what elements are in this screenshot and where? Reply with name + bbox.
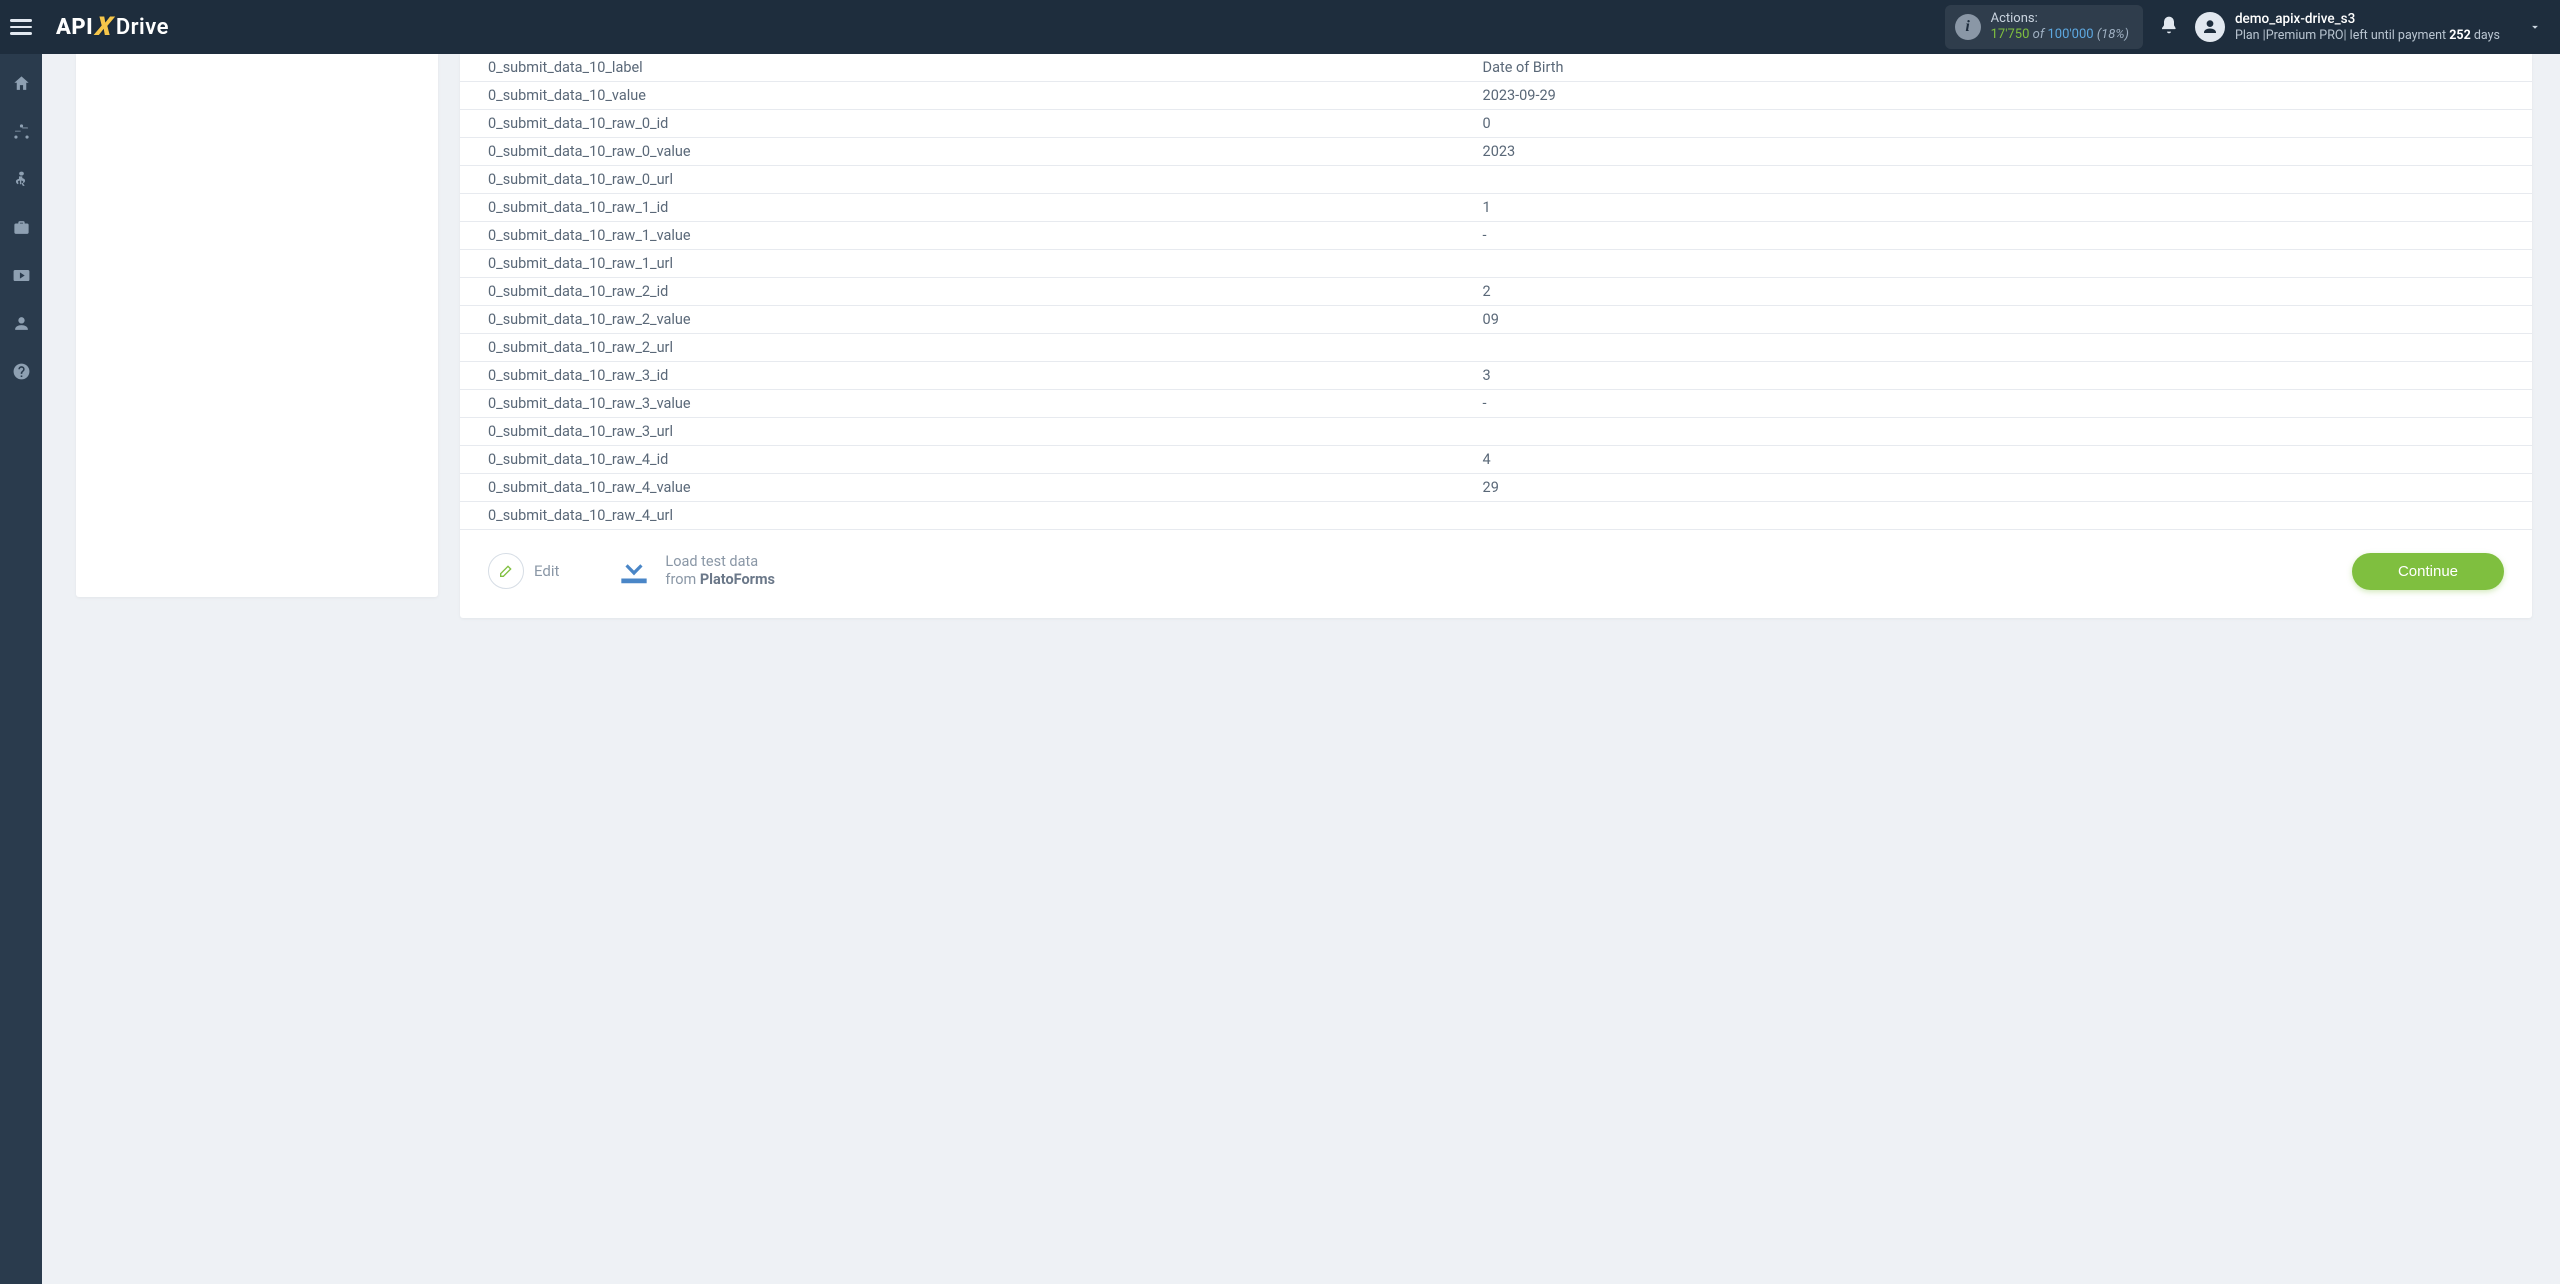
actions-total: 100'000 [2047,27,2093,42]
table-row: 0_submit_data_10_raw_0_value2023 [460,138,2532,166]
rail-billing[interactable] [0,164,42,194]
row-value: 29 [1455,474,2532,502]
row-value [1455,250,2532,278]
row-value [1455,334,2532,362]
table-row: 0_submit_data_10_raw_2_value09 [460,306,2532,334]
load-source: PlatoForms [700,571,775,588]
actions-pct: (18%) [2097,27,2129,42]
load-from: from [665,571,699,588]
logo[interactable]: APIXDrive [56,12,169,42]
row-value: Date of Birth [1455,54,2532,82]
load-line1: Load test data [665,553,775,571]
data-panel: 0_submit_data_10_labelDate of Birth0_sub… [460,54,2532,618]
row-value: 4 [1455,446,2532,474]
table-row: 0_submit_data_10_raw_2_id2 [460,278,2532,306]
row-value: - [1455,222,2532,250]
actions-label: Actions: [1991,11,2129,27]
rail-briefcase[interactable] [0,212,42,242]
table-row: 0_submit_data_10_raw_3_value- [460,390,2532,418]
notifications-icon[interactable] [2159,15,2179,39]
continue-button[interactable]: Continue [2352,553,2504,590]
plan-mid: | left until payment [2344,28,2450,43]
table-row: 0_submit_data_10_raw_0_url [460,166,2532,194]
table-row: 0_submit_data_10_raw_4_id4 [460,446,2532,474]
menu-toggle[interactable] [10,15,34,39]
table-row: 0_submit_data_10_raw_0_id0 [460,110,2532,138]
edit-label: Edit [534,562,559,580]
user-name: demo_apix-drive_s3 [2235,11,2500,27]
rail-video[interactable] [0,260,42,290]
actions-of: of [2033,27,2045,42]
row-value: 09 [1455,306,2532,334]
row-key: 0_submit_data_10_raw_2_value [460,306,1455,334]
table-row: 0_submit_data_10_labelDate of Birth [460,54,2532,82]
row-key: 0_submit_data_10_raw_4_id [460,446,1455,474]
panel-footer: Edit Load test data from PlatoForms Cont… [460,530,2532,592]
rail-account[interactable] [0,308,42,338]
table-row: 0_submit_data_10_raw_4_url [460,502,2532,530]
row-value: - [1455,390,2532,418]
plan-prefix: Plan | [2235,28,2266,43]
data-table: 0_submit_data_10_labelDate of Birth0_sub… [460,54,2532,530]
table-row: 0_submit_data_10_raw_4_value29 [460,474,2532,502]
row-key: 0_submit_data_10_label [460,54,1455,82]
row-key: 0_submit_data_10_raw_3_url [460,418,1455,446]
download-icon [615,550,653,592]
row-key: 0_submit_data_10_raw_2_url [460,334,1455,362]
row-value [1455,418,2532,446]
row-value: 2 [1455,278,2532,306]
row-key: 0_submit_data_10_raw_1_id [460,194,1455,222]
avatar-icon [2195,12,2225,42]
load-test-data-button[interactable]: Load test data from PlatoForms [615,550,775,592]
edit-button[interactable]: Edit [488,553,559,589]
row-value: 2023-09-29 [1455,82,2532,110]
row-value: 3 [1455,362,2532,390]
row-key: 0_submit_data_10_raw_0_value [460,138,1455,166]
left-panel [76,54,438,597]
chevron-down-icon [2528,20,2542,34]
table-row: 0_submit_data_10_raw_1_id1 [460,194,2532,222]
table-row: 0_submit_data_10_raw_1_value- [460,222,2532,250]
row-key: 0_submit_data_10_raw_3_id [460,362,1455,390]
row-value [1455,166,2532,194]
rail-connections[interactable] [0,116,42,146]
plan-days: 252 [2449,28,2471,43]
row-key: 0_submit_data_10_raw_0_id [460,110,1455,138]
user-menu[interactable]: demo_apix-drive_s3 Plan |Premium PRO| le… [2195,11,2542,42]
row-key: 0_submit_data_10_raw_1_value [460,222,1455,250]
row-key: 0_submit_data_10_raw_0_url [460,166,1455,194]
row-key: 0_submit_data_10_raw_1_url [460,250,1455,278]
logo-part-api: API [56,15,93,40]
row-value [1455,502,2532,530]
table-row: 0_submit_data_10_raw_1_url [460,250,2532,278]
table-row: 0_submit_data_10_value2023-09-29 [460,82,2532,110]
load-test-text: Load test data from PlatoForms [665,553,775,589]
actions-used: 17'750 [1991,27,2030,42]
row-key: 0_submit_data_10_raw_4_value [460,474,1455,502]
topbar: APIXDrive i Actions: 17'750 of 100'000 (… [0,0,2560,54]
logo-part-drive: Drive [116,15,169,40]
info-icon: i [1955,14,1981,40]
user-text: demo_apix-drive_s3 Plan |Premium PRO| le… [2235,11,2500,42]
plan-name: Premium PRO [2266,28,2344,43]
actions-pill[interactable]: i Actions: 17'750 of 100'000 (18%) [1945,5,2143,48]
table-row: 0_submit_data_10_raw_2_url [460,334,2532,362]
sidebar-rail [0,54,42,1284]
logo-part-x: X [93,12,116,42]
row-value: 1 [1455,194,2532,222]
actions-text: Actions: 17'750 of 100'000 (18%) [1991,11,2129,42]
row-key: 0_submit_data_10_raw_2_id [460,278,1455,306]
row-value: 0 [1455,110,2532,138]
rail-home[interactable] [0,68,42,98]
rail-help[interactable] [0,356,42,386]
table-row: 0_submit_data_10_raw_3_id3 [460,362,2532,390]
plan-days-suffix: days [2471,28,2500,43]
row-key: 0_submit_data_10_raw_4_url [460,502,1455,530]
pencil-icon [488,553,524,589]
row-key: 0_submit_data_10_value [460,82,1455,110]
table-row: 0_submit_data_10_raw_3_url [460,418,2532,446]
main-area: 0_submit_data_10_labelDate of Birth0_sub… [42,54,2560,1284]
row-key: 0_submit_data_10_raw_3_value [460,390,1455,418]
row-value: 2023 [1455,138,2532,166]
